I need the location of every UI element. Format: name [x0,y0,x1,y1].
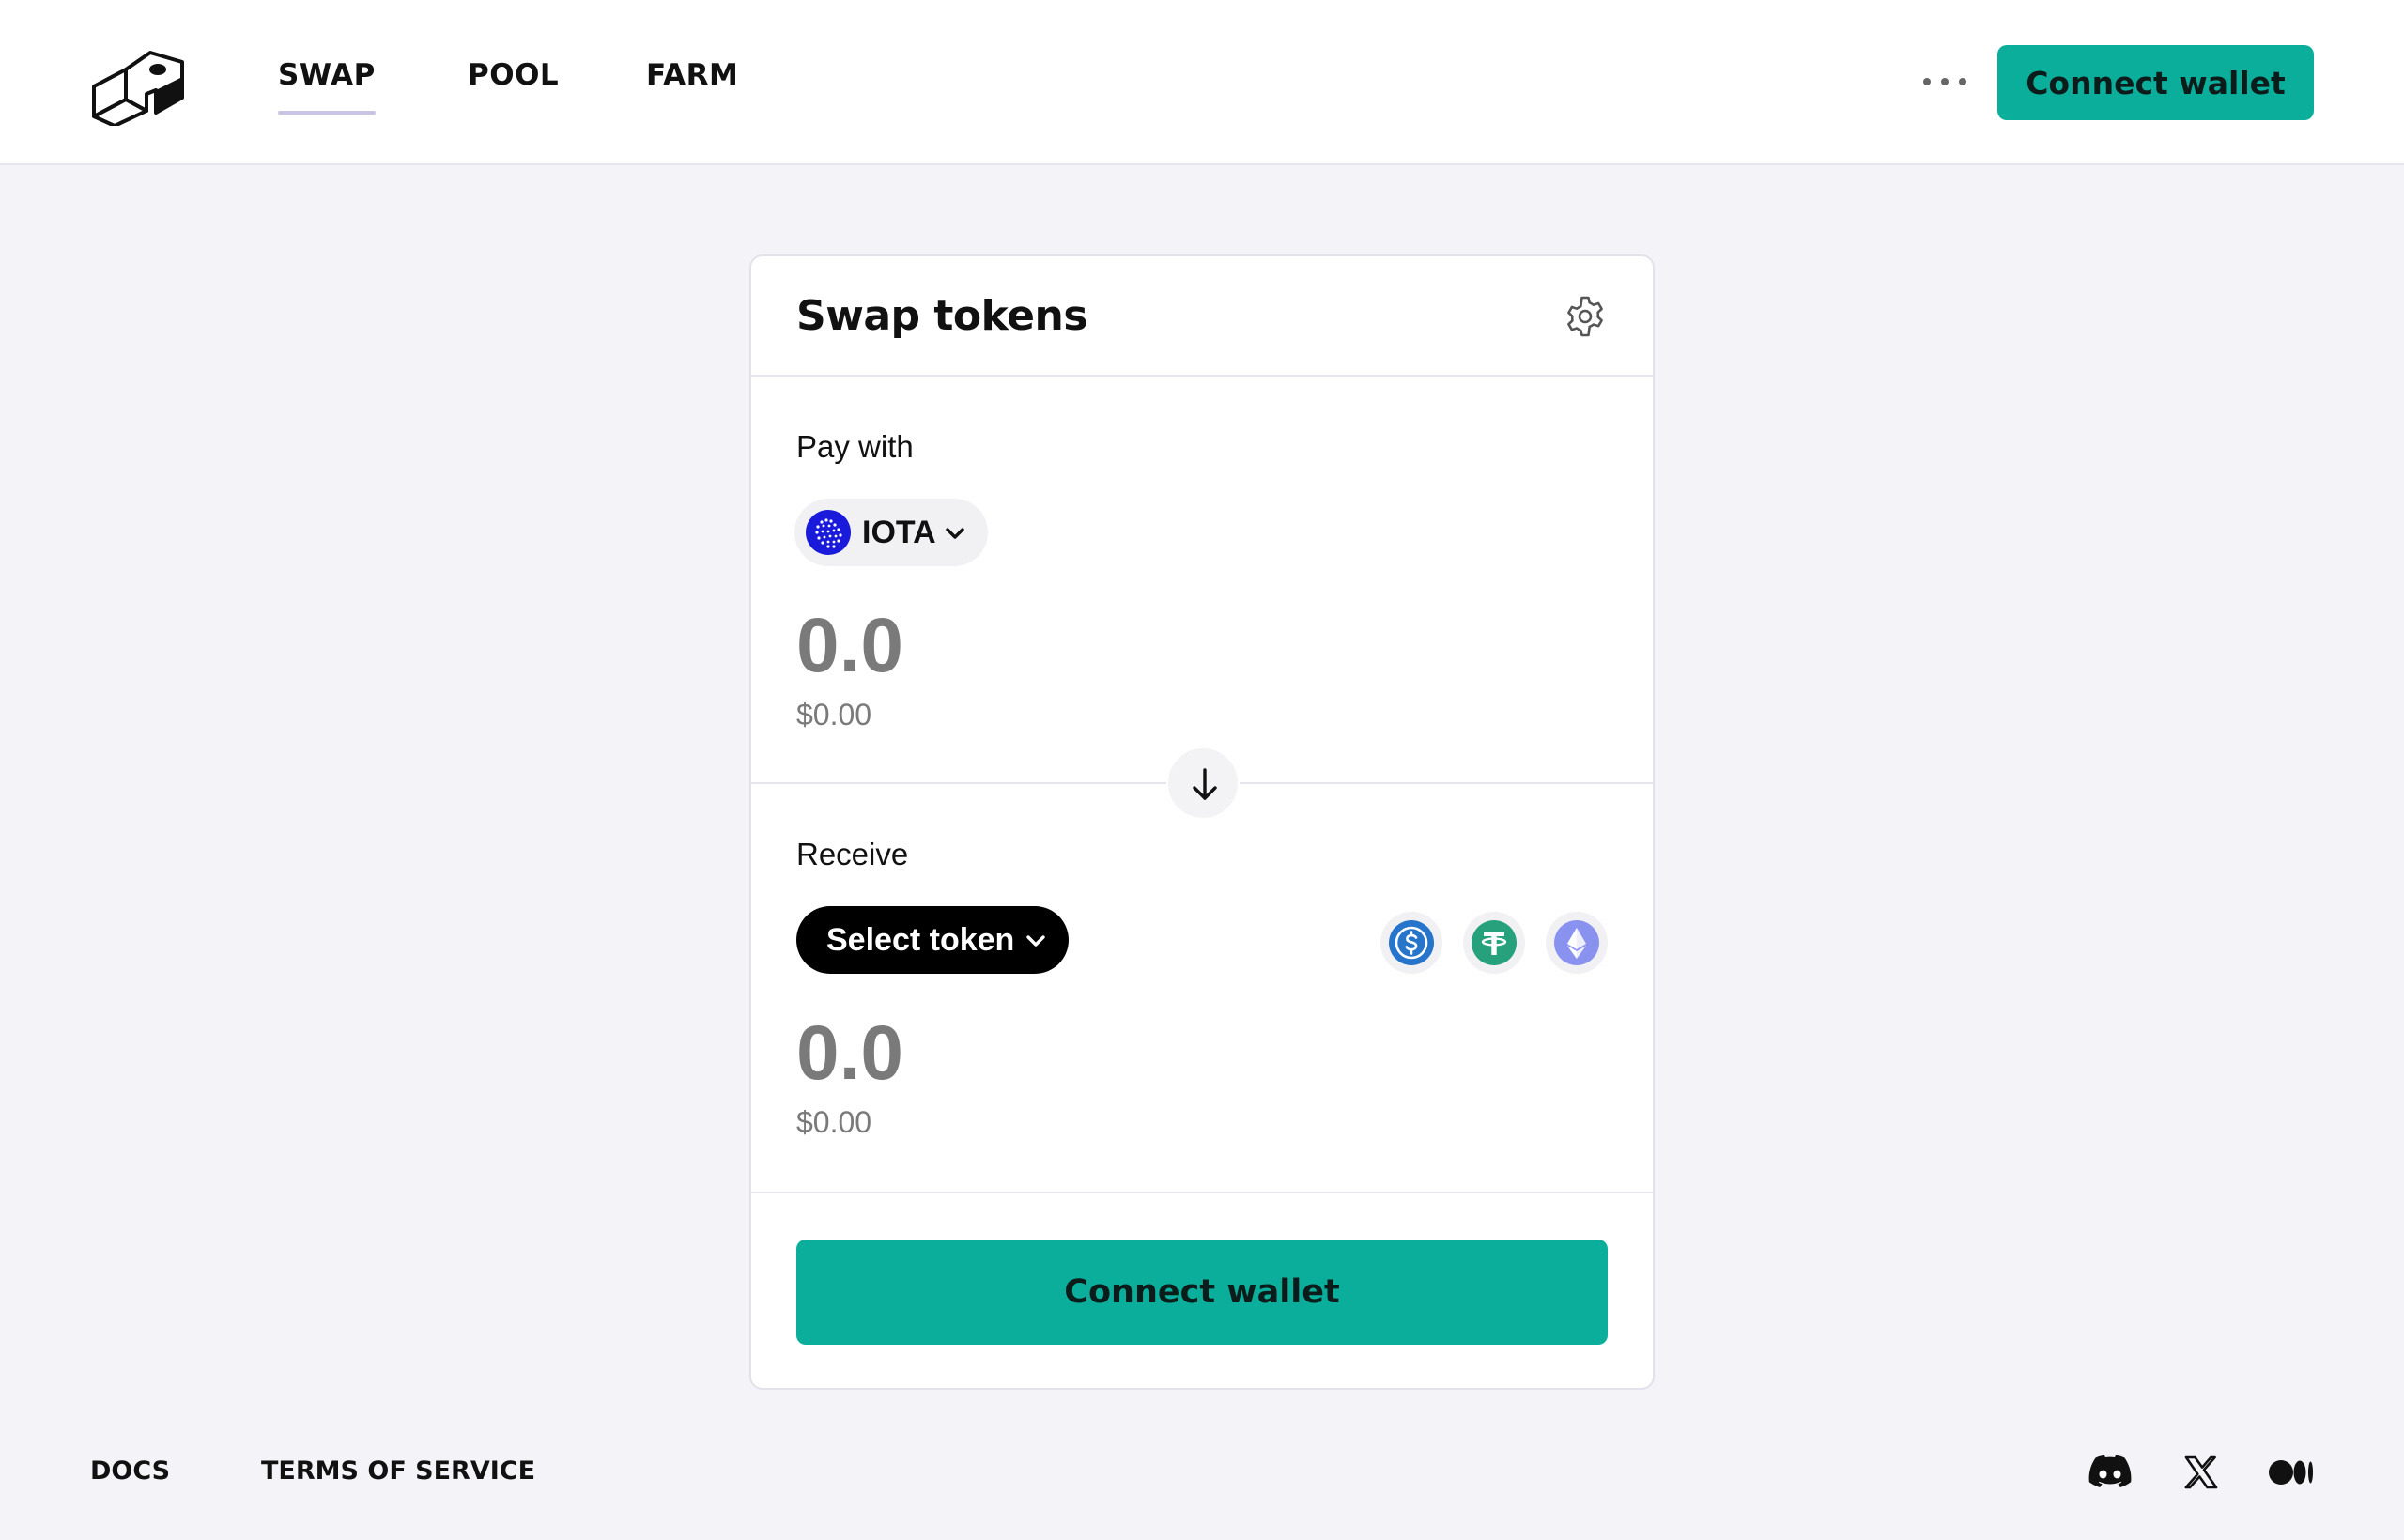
footer-docs-link[interactable]: DOCS [90,1456,170,1486]
pay-token-selector[interactable]: IOTA [794,499,988,566]
pay-with-label: Pay with [796,429,914,464]
nav-swap[interactable]: SWAP [278,58,376,116]
app-logo-icon[interactable] [88,41,192,126]
swap-title: Swap tokens [796,292,1088,340]
pay-usd-value: $0.00 [796,698,872,732]
swap-card: Swap tokens Pay with IOTA 0.0 $0.00 Rece… [749,254,1655,1390]
chevron-down-icon [1026,935,1045,947]
usdt-quick-select[interactable] [1463,912,1525,974]
nav-pool[interactable]: POOL [468,58,559,116]
select-token-label: Select token [826,922,1015,958]
swap-connect-wallet-button[interactable]: Connect wallet [796,1240,1608,1345]
usdc-quick-select[interactable] [1380,912,1442,974]
usdc-icon [1389,920,1434,965]
footer-terms-link[interactable]: TERMS OF SERVICE [261,1456,535,1486]
eth-quick-select[interactable] [1546,912,1608,974]
arrow-down-icon [1193,768,1217,800]
gear-icon[interactable] [1563,294,1608,339]
x-icon[interactable] [2184,1455,2218,1489]
usdt-icon [1472,920,1517,965]
receive-label: Receive [796,837,909,871]
receive-amount[interactable]: 0.0 [796,1009,903,1098]
swap-card-header: Swap tokens [751,256,1653,377]
pay-amount[interactable]: 0.0 [796,602,903,690]
more-horizontal-icon[interactable] [1923,75,1966,88]
swap-direction-button[interactable] [1166,747,1240,820]
receive-usd-value: $0.00 [796,1105,872,1139]
medium-icon[interactable] [2269,1459,2314,1486]
header-connect-wallet-button[interactable]: Connect wallet [1997,45,2314,120]
nav-farm[interactable]: FARM [646,58,738,116]
section-divider [751,1192,1653,1194]
discord-icon[interactable] [2088,1454,2132,1491]
select-token-button[interactable]: Select token [796,906,1069,974]
top-header: SWAP POOL FARM Connect wallet [0,0,2404,165]
iota-icon [806,510,851,555]
eth-icon [1554,920,1599,965]
pay-token-label: IOTA [862,515,936,550]
chevron-down-icon [946,528,964,539]
